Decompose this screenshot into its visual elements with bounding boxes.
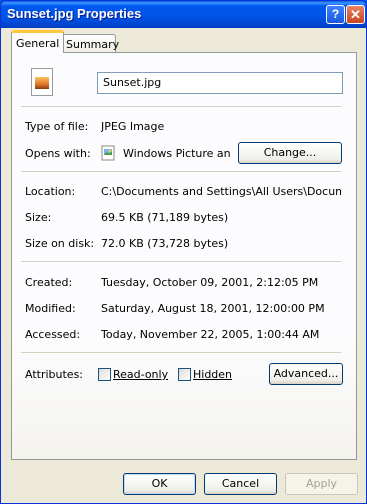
tab-summary[interactable]: Summary xyxy=(61,34,120,54)
tab-summary-label: Summary xyxy=(66,38,120,51)
accessed-label: Accessed: xyxy=(25,328,81,341)
title-bar[interactable]: Sunset.jpg Properties ? ✕ xyxy=(1,1,366,28)
tab-general[interactable]: General xyxy=(11,30,65,53)
tab-general-label: General xyxy=(16,37,60,50)
general-panel xyxy=(11,52,357,460)
advanced-button-label: Advanced... xyxy=(273,367,339,380)
size-label: Size: xyxy=(25,211,52,224)
help-icon: ? xyxy=(331,7,340,21)
apply-button[interactable]: Apply xyxy=(285,473,358,495)
windows-picture-viewer-icon xyxy=(101,145,115,161)
size-on-disk-label: Size on disk: xyxy=(25,237,95,250)
separator xyxy=(21,352,341,353)
type-of-file-value: JPEG Image xyxy=(101,120,165,133)
read-only-label[interactable]: Read-only xyxy=(113,368,168,381)
change-button[interactable]: Change... xyxy=(238,142,342,164)
advanced-button[interactable]: Advanced... xyxy=(269,363,343,385)
created-label: Created: xyxy=(25,276,73,289)
apply-button-label: Apply xyxy=(305,477,338,490)
type-of-file-label: Type of file: xyxy=(25,120,89,133)
cancel-button-label: Cancel xyxy=(221,477,260,490)
ok-button-label: OK xyxy=(151,477,168,490)
size-value: 69.5 KB (71,189 bytes) xyxy=(101,211,229,224)
file-name-input[interactable]: Sunset.jpg xyxy=(97,72,343,94)
created-value: Tuesday, October 09, 2001, 2:12:05 PM xyxy=(101,276,319,289)
modified-value: Saturday, August 18, 2001, 12:00:00 PM xyxy=(101,302,325,315)
jpeg-file-icon xyxy=(31,68,53,96)
modified-label: Modified: xyxy=(25,302,76,315)
separator xyxy=(21,261,341,262)
ok-button[interactable]: OK xyxy=(123,473,196,495)
separator xyxy=(21,171,341,172)
attributes-label: Attributes: xyxy=(25,368,84,381)
close-button[interactable]: ✕ xyxy=(346,5,365,24)
hidden-label[interactable]: Hidden xyxy=(193,368,232,381)
read-only-label-text: Read-only xyxy=(113,368,169,381)
properties-window: Sunset.jpg Properties ? ✕ General Summar… xyxy=(0,0,367,504)
change-button-label: Change... xyxy=(263,146,317,159)
file-name-value: Sunset.jpg xyxy=(103,76,162,89)
hidden-label-text: Hidden xyxy=(193,368,233,381)
size-on-disk-value: 72.0 KB (73,728 bytes) xyxy=(101,237,229,250)
window-title: Sunset.jpg Properties xyxy=(7,6,142,21)
read-only-checkbox[interactable] xyxy=(98,368,111,381)
location-value: C:\Documents and Settings\All Users\Docu… xyxy=(101,185,341,198)
opens-with-value: Windows Picture and Fax Viewer xyxy=(123,147,230,160)
close-icon: ✕ xyxy=(350,7,361,22)
accessed-value: Today, November 22, 2005, 1:00:44 AM xyxy=(101,328,320,341)
opens-with-label: Opens with: xyxy=(25,147,91,160)
cancel-button[interactable]: Cancel xyxy=(204,473,277,495)
help-button[interactable]: ? xyxy=(326,5,345,24)
location-label: Location: xyxy=(25,185,76,198)
hidden-checkbox[interactable] xyxy=(178,368,191,381)
separator xyxy=(21,106,341,107)
